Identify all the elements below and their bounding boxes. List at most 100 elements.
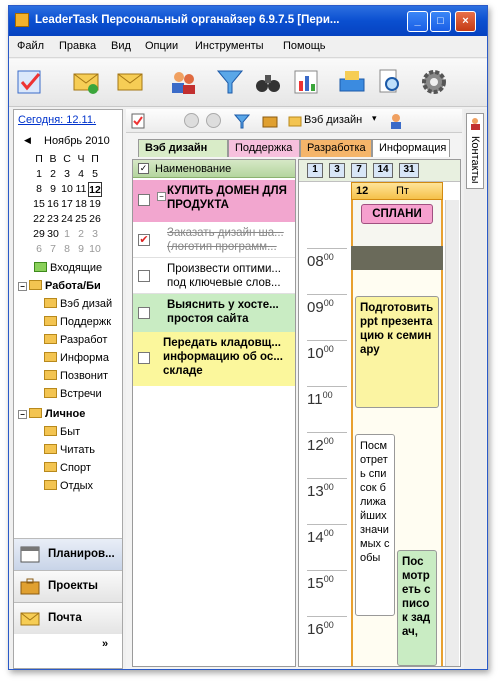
tab-support[interactable]: Поддержка	[228, 139, 300, 157]
calendar-day[interactable]: 1	[60, 227, 74, 242]
view-1-day-button[interactable]: 1	[307, 163, 323, 178]
collapse-icon[interactable]: −	[157, 192, 166, 201]
close-button[interactable]: ×	[455, 11, 476, 32]
calendar-day-selected[interactable]: 12	[88, 182, 102, 197]
calendar-day[interactable]: 3	[88, 227, 102, 242]
person-icon[interactable]	[388, 113, 404, 129]
view-7-days-button[interactable]: 7	[351, 163, 367, 178]
back-icon[interactable]	[184, 113, 199, 128]
appointment[interactable]: Посмотреть список ближайших значимых соб…	[355, 434, 395, 616]
printer-icon[interactable]	[337, 67, 367, 97]
task-row[interactable]: − КУПИТЬ ДОМЕН ДЛЯ ПРОДУКТА	[133, 180, 295, 222]
tab-webdesign[interactable]: Вэб дизайн	[138, 139, 228, 157]
nav-projects-button[interactable]: Проекты	[14, 570, 122, 602]
calendar-day[interactable]: 11	[74, 182, 88, 197]
checklist-icon[interactable]	[15, 67, 45, 97]
menu-help[interactable]: Помощь	[283, 40, 326, 52]
binoculars-icon[interactable]	[253, 67, 283, 97]
task-checkbox[interactable]	[138, 194, 150, 206]
today-link[interactable]: Сегодня: 12.11.	[18, 114, 96, 126]
task-checkbox-checked[interactable]: ✔	[138, 234, 150, 246]
tree-item-support[interactable]: Поддержк	[44, 316, 111, 328]
all-day-event[interactable]: СПЛАНИ	[361, 204, 433, 224]
menu-tools[interactable]: Инструменты	[195, 40, 264, 52]
prev-month-icon[interactable]: ◀	[24, 135, 31, 146]
people-icon[interactable]	[169, 67, 199, 97]
view-31-days-button[interactable]: 31	[399, 163, 419, 178]
calendar-day[interactable]: 26	[88, 212, 102, 227]
tab-information[interactable]: Информация	[372, 139, 450, 157]
chevron-down-icon[interactable]: ▾	[372, 113, 377, 124]
email-icon[interactable]	[115, 67, 145, 97]
calendar-day[interactable]: 6	[32, 242, 46, 257]
view-14-days-button[interactable]: 14	[373, 163, 393, 178]
calendar-day[interactable]: 19	[88, 197, 102, 212]
calendar-day[interactable]: 29	[32, 227, 46, 242]
tree-item-read[interactable]: Читать	[44, 444, 95, 456]
calendar-day[interactable]: 8	[32, 182, 46, 197]
calendar-day[interactable]: 5	[88, 167, 102, 182]
briefcase-icon[interactable]	[262, 114, 278, 128]
menu-file[interactable]: Файл	[17, 40, 44, 52]
tree-item-household[interactable]: Быт	[44, 426, 80, 438]
email-add-icon[interactable]	[71, 67, 101, 97]
calendar-day[interactable]: 10	[88, 242, 102, 257]
calendar-day[interactable]: 23	[46, 212, 60, 227]
calendar-day[interactable]: 3	[60, 167, 74, 182]
calendar-day[interactable]: 9	[46, 182, 60, 197]
title-bar[interactable]: LeaderTask Персональный органайзер 6.9.7…	[9, 6, 487, 36]
calendar-day[interactable]: 9	[74, 242, 88, 257]
task-checkbox[interactable]	[138, 307, 150, 319]
calendar-day[interactable]: 17	[60, 197, 74, 212]
chart-icon[interactable]	[291, 67, 321, 97]
project-selector[interactable]: Вэб дизайн	[304, 114, 362, 126]
filter-icon[interactable]	[234, 113, 250, 129]
task-row[interactable]: Произвести оптими... под ключевые слов..…	[133, 258, 295, 294]
task-row[interactable]: Выяснить у хосте... простоя сайта	[133, 294, 295, 332]
calendar-day[interactable]: 1	[32, 167, 46, 182]
planner-scrollbar[interactable]	[445, 200, 459, 666]
calendar-day[interactable]: 16	[46, 197, 60, 212]
filter-icon[interactable]	[215, 67, 245, 97]
calendar-day[interactable]: 2	[74, 227, 88, 242]
task-row[interactable]: ✔ Заказать дизайн ша... (логотип програм…	[133, 222, 295, 258]
tree-item-work[interactable]: − Работа/Би	[18, 280, 101, 292]
nav-mail-button[interactable]: Почта	[14, 602, 122, 634]
select-all-checkbox[interactable]: ✓	[138, 163, 149, 174]
tree-item-development[interactable]: Разработ	[44, 334, 107, 346]
calendar-day[interactable]: 18	[74, 197, 88, 212]
nav-planner-button[interactable]: Планиров...	[14, 538, 122, 570]
tree-item-webdesign[interactable]: Вэб дизай	[44, 298, 112, 310]
task-row[interactable]: Передать кладовщ... информацию об ос... …	[133, 332, 295, 386]
tree-item-meetings[interactable]: Встречи	[44, 388, 102, 400]
forward-icon[interactable]	[206, 113, 221, 128]
task-list-icon[interactable]	[130, 113, 146, 129]
calendar-day[interactable]: 2	[46, 167, 60, 182]
tree-item-personal[interactable]: − Личное	[18, 408, 85, 420]
tree-item-inbox[interactable]: Входящие	[34, 262, 102, 274]
view-3-days-button[interactable]: 3	[329, 163, 345, 178]
calendar-day[interactable]: 4	[74, 167, 88, 182]
task-checkbox[interactable]	[138, 270, 150, 282]
print-preview-icon[interactable]	[375, 67, 405, 97]
calendar-day[interactable]: 24	[60, 212, 74, 227]
menu-view[interactable]: Вид	[111, 40, 131, 52]
calendar-day[interactable]: 22	[32, 212, 46, 227]
tree-item-sport[interactable]: Спорт	[44, 462, 91, 474]
menu-edit[interactable]: Правка	[59, 40, 96, 52]
tree-item-information[interactable]: Информа	[44, 352, 109, 364]
collapse-icon[interactable]: −	[18, 410, 27, 419]
calendar-day[interactable]: 7	[46, 242, 60, 257]
task-checkbox[interactable]	[138, 352, 150, 364]
maximize-button[interactable]: □	[430, 11, 451, 32]
calendar-day[interactable]: 25	[74, 212, 88, 227]
menu-options[interactable]: Опции	[145, 40, 178, 52]
collapse-icon[interactable]: −	[18, 282, 27, 291]
contacts-tab[interactable]: Контакты	[466, 113, 484, 189]
nav-more-button[interactable]: »	[102, 638, 108, 650]
appointment[interactable]: Подготовить ppt презентацию к семинару	[355, 296, 439, 408]
calendar-day[interactable]: 15	[32, 197, 46, 212]
calendar-day[interactable]: 8	[60, 242, 74, 257]
appointment[interactable]: Посмотреть список задач,	[397, 550, 437, 666]
day-header[interactable]: 12 Пт	[351, 182, 443, 200]
